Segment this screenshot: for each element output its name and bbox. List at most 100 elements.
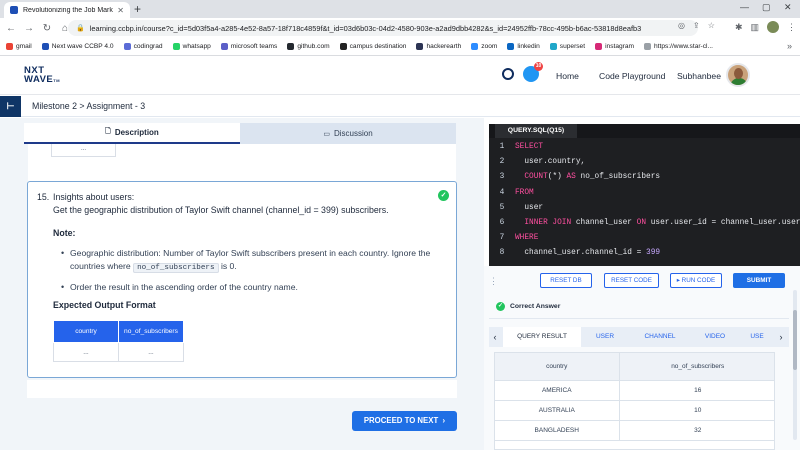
bookmark-label: hackerearth <box>426 43 462 50</box>
maximize-icon[interactable]: ▢ <box>762 2 771 13</box>
nxtwave-logo[interactable]: NXT WAVETM <box>24 66 60 85</box>
bookmark-item[interactable]: Next wave CCBP 4.0 <box>41 43 114 50</box>
extensions-icon[interactable]: ✱ <box>735 22 743 33</box>
reload-icon[interactable]: ↻ <box>40 23 54 34</box>
browser-tab-title: Revolutionizing the Job Market | <box>23 6 114 14</box>
code-token: user <box>515 203 544 212</box>
query-result-table: country no_of_subscribers AMERICA 16 AUS… <box>494 352 775 450</box>
note-list: Geographic distribution: Number of Taylo… <box>61 247 456 300</box>
chevron-left-icon[interactable]: ‹ <box>489 327 501 347</box>
github-icon <box>287 43 295 50</box>
table-cell: 16 <box>619 380 774 401</box>
code-editor[interactable]: QUERY.SQL(Q15) 1 SELECT 2 user.country, 3 C… <box>489 124 800 266</box>
scrollbar[interactable] <box>793 290 797 440</box>
menu-kebab-icon[interactable]: ⋮ <box>787 22 796 33</box>
forward-icon[interactable]: → <box>22 23 36 34</box>
check-circle-icon: ✓ <box>496 302 505 311</box>
bookmark-item[interactable]: https://www.star-cl... <box>644 43 713 50</box>
user-name[interactable]: Subhanbee <box>677 71 721 81</box>
logo-line-2: WAVE <box>24 74 54 85</box>
browser-toolbar-right: ✱ ▥ ⋮ <box>735 21 796 33</box>
sidebar-icon[interactable]: ▥ <box>750 22 759 33</box>
tab-discussion-label: Discussion <box>333 129 373 138</box>
code-line[interactable]: 1 SELECT <box>489 140 800 155</box>
bookmark-item[interactable]: hackerearth <box>416 43 461 50</box>
code-line[interactable]: 7 WHERE <box>489 231 800 246</box>
bookmark-item[interactable]: linkedin <box>507 43 540 50</box>
reset-code-button[interactable]: RESET CODE <box>604 273 659 288</box>
bookmark-star-icon[interactable]: ☆ <box>708 21 715 30</box>
sidebar-toggle-icon[interactable]: ⊢ <box>0 96 21 117</box>
code-token: WHERE <box>515 234 539 243</box>
drag-handle-icon[interactable]: ⋮ <box>489 276 498 287</box>
nav-home-link[interactable]: Home <box>556 71 579 81</box>
note-1-suffix: is 0. <box>220 261 237 271</box>
back-icon[interactable]: ← <box>4 23 18 34</box>
bookmark-item[interactable]: codingrad <box>123 43 163 50</box>
line-number: 1 <box>499 143 505 151</box>
close-icon[interactable]: ✕ <box>117 6 124 15</box>
bookmark-item[interactable]: instagram <box>595 43 634 50</box>
tab-discussion[interactable]: ▭ Discussion <box>240 123 456 144</box>
inline-code: no_of_subscribers <box>133 263 219 273</box>
run-code-button[interactable]: ▸ RUN CODE <box>670 273 722 288</box>
code-token: 399 <box>646 249 661 258</box>
more-bookmarks-icon[interactable]: » <box>787 41 792 51</box>
code-line[interactable]: 6 INNER JOIN channel_user ON user.user_i… <box>489 216 800 231</box>
submit-button[interactable]: SUBMIT <box>733 273 785 288</box>
google-lens-icon[interactable]: ◎ <box>678 21 685 30</box>
timer-icon[interactable] <box>502 68 514 80</box>
new-tab-icon[interactable]: + <box>134 2 141 16</box>
next-card-edge <box>27 380 457 398</box>
minimize-icon[interactable]: — <box>740 2 749 12</box>
bookmark-item[interactable]: gmail <box>6 43 32 50</box>
status-badge: ✓ Correct Answer <box>496 302 560 311</box>
code-line[interactable]: 2 user.country, <box>489 155 800 170</box>
bookmark-item[interactable]: zoom <box>471 43 497 50</box>
code-line[interactable]: 3 COUNT(*) AS no_of_subscribers <box>489 170 800 185</box>
close-window-icon[interactable]: ✕ <box>784 2 792 13</box>
code-token: user.user_id = channel_user.user_id <box>646 219 800 227</box>
bookmark-item[interactable]: microsoft teams <box>220 43 277 50</box>
logo-tm: TM <box>53 78 61 83</box>
url-input[interactable]: 🔒 learning.ccbp.in/course?c_id=5d03f5a4-… <box>68 20 698 36</box>
tab-description[interactable]: 🗋 Description <box>24 123 240 144</box>
tab-channel[interactable]: CHANNEL <box>635 327 685 347</box>
tab-user[interactable]: USER <box>585 327 625 347</box>
nav-code-playground-link[interactable]: Code Playground <box>599 71 665 81</box>
chevron-right-icon: › <box>440 416 446 425</box>
code-token: ON <box>636 219 647 227</box>
document-icon: 🗋 <box>105 128 111 135</box>
check-circle-icon: ✓ <box>438 190 449 201</box>
breadcrumb[interactable]: Milestone 2 > Assignment - 3 <box>32 101 145 111</box>
chevron-right-icon[interactable]: › <box>775 327 787 347</box>
bookmark-label: gmail <box>16 43 32 50</box>
expected-output-table: country no_of_subscribers ... ... <box>53 320 184 362</box>
tab-query-result[interactable]: QUERY RESULT <box>503 327 581 347</box>
bookmark-item[interactable]: whatsapp <box>172 43 211 50</box>
tab-video[interactable]: VIDEO <box>695 327 735 347</box>
code-line[interactable]: 4 FROM <box>489 186 800 201</box>
share-icon[interactable]: ⇪ <box>693 21 700 30</box>
bookmark-item[interactable]: superset <box>549 43 585 50</box>
chat-icon[interactable]: 10 <box>523 62 543 82</box>
editor-file-tab[interactable]: QUERY.SQL(Q15) <box>495 124 577 138</box>
browser-tab[interactable]: Revolutionizing the Job Market | ✕ <box>4 2 130 18</box>
avatar[interactable] <box>726 63 750 87</box>
address-bar-row: ← → ↻ ⌂ 🔒 learning.ccbp.in/course?c_id=5… <box>0 18 800 38</box>
bookmark-item[interactable]: campus destination <box>339 43 406 50</box>
result-tabs: ‹ QUERY RESULT USER CHANNEL VIDEO USE › <box>489 327 789 347</box>
notification-badge: 10 <box>534 62 543 71</box>
line-number: 4 <box>499 188 505 197</box>
profile-avatar-icon[interactable] <box>767 21 779 33</box>
scrollbar-thumb[interactable] <box>793 310 797 370</box>
code-line[interactable]: 8 channel_user.channel_id = 399 <box>489 246 800 261</box>
code-line[interactable]: 5 user <box>489 201 800 216</box>
tab-use[interactable]: USE <box>745 327 769 347</box>
proceed-to-next-button[interactable]: PROCEED TO NEXT › <box>352 411 457 431</box>
bookmark-item[interactable]: github.com <box>287 43 330 50</box>
table-cell: BANGLADESH <box>495 420 620 441</box>
app-header: NXT WAVETM 10 Home Code Playground Subha… <box>0 57 800 95</box>
proceed-label: PROCEED TO NEXT <box>363 416 439 425</box>
reset-db-button[interactable]: RESET DB <box>540 273 592 288</box>
